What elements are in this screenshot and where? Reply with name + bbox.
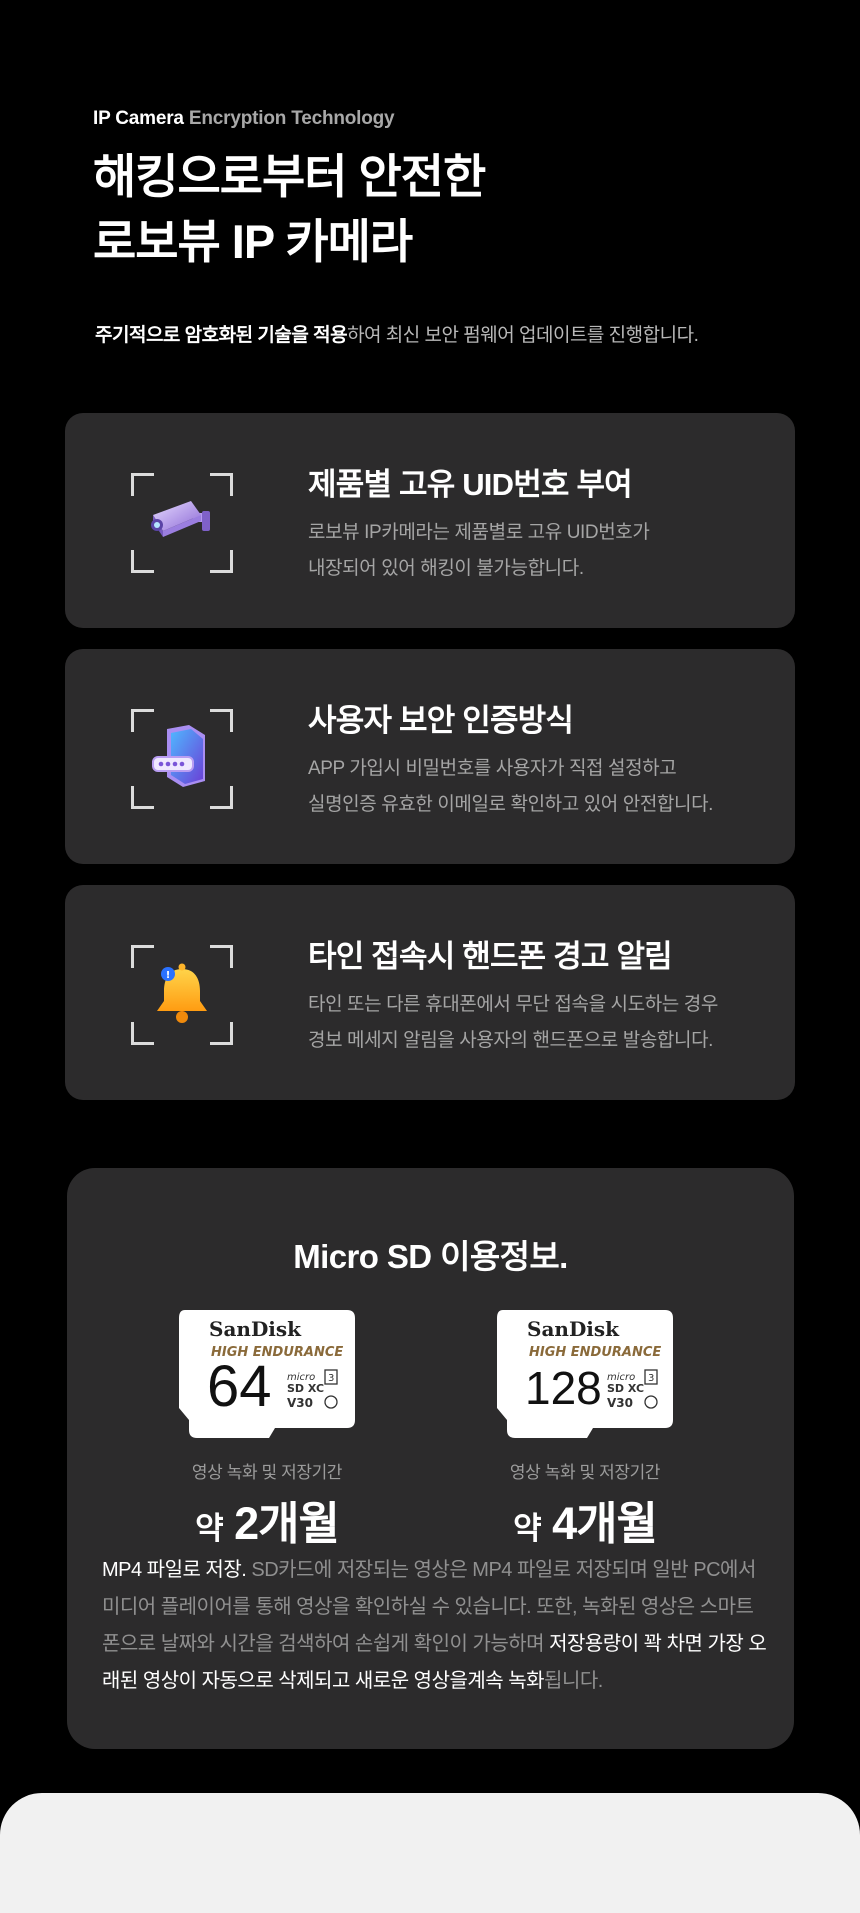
- storage-label: 영상 녹화 및 저장기간: [191, 1463, 343, 1482]
- feature-desc-line1: 로보뷰 IP카메라는 제품별로 고유 UID번호가: [308, 522, 650, 543]
- feature-desc-line2: 경보 메세지 알림을 사용자의 핸드폰으로 발송합니다.: [308, 1030, 714, 1051]
- feature-card-alert: ! 타인 접속시 핸드폰 경고 알림 타인 또는 다른 휴대폰에서 무단 접속을…: [65, 885, 795, 1100]
- duration-value: 2개월: [234, 1498, 340, 1549]
- feature-description: APP 가입시 비밀번호를 사용자가 직접 설정하고 실명인증 유효한 이메일로…: [308, 751, 768, 823]
- svg-text:V30: V30: [607, 1396, 633, 1410]
- bottom-sheet: [0, 1793, 860, 1913]
- sd-brand: SanDisk: [209, 1317, 302, 1341]
- micro-sd-info: Micro SD 이용정보. SanDisk HIGH ENDURANCE 64…: [67, 1168, 794, 1749]
- sd-card-128: SanDisk HIGH ENDURANCE 128 micro SD XC 3…: [465, 1308, 705, 1552]
- svg-text:SD XC: SD XC: [287, 1382, 324, 1395]
- microsd-card-image: SanDisk HIGH ENDURANCE 64 micro SD XC 3 …: [179, 1310, 355, 1438]
- sd-brand: SanDisk: [527, 1317, 620, 1341]
- headline-line2: 로보뷰 IP 카메라: [93, 215, 413, 268]
- icon-frame: [131, 709, 233, 809]
- sd-card-64: SanDisk HIGH ENDURANCE 64 micro SD XC 3 …: [147, 1308, 387, 1552]
- hero-description-highlight: 주기적으로 암호화된 기술을 적용: [95, 325, 348, 346]
- feature-title: 제품별 고유 UID번호 부여: [308, 467, 633, 502]
- eyebrow-rest: Encryption Technology: [188, 108, 395, 129]
- feature-description: 타인 또는 다른 휴대폰에서 무단 접속을 시도하는 경우 경보 메세지 알림을…: [308, 987, 768, 1059]
- hero-section: IP Camera Encryption Technology 해킹으로부터 안…: [93, 108, 486, 274]
- sd-capacity: 128: [525, 1362, 602, 1414]
- duration-prefix: 약: [513, 1511, 542, 1546]
- headline: 해킹으로부터 안전한 로보뷰 IP 카메라: [93, 144, 486, 274]
- sd-line: HIGH ENDURANCE: [529, 1345, 661, 1360]
- sd-desc-strong: MP4 파일로 저장.: [102, 1559, 247, 1581]
- feature-card-uid: 제품별 고유 UID번호 부여 로보뷰 IP카메라는 제품별로 고유 UID번호…: [65, 413, 795, 628]
- feature-card-auth: 사용자 보안 인증방식 APP 가입시 비밀번호를 사용자가 직접 설정하고 실…: [65, 649, 795, 864]
- svg-text:3: 3: [328, 1373, 334, 1384]
- eyebrow-strong: IP Camera: [93, 108, 184, 129]
- storage-label: 영상 녹화 및 저장기간: [509, 1463, 661, 1482]
- storage-duration: 약 2개월: [147, 1487, 387, 1552]
- feature-title: 타인 접속시 핸드폰 경고 알림: [308, 939, 673, 974]
- svg-text:3: 3: [648, 1373, 654, 1384]
- feature-desc-line2: 내장되어 있어 해킹이 불가능합니다.: [308, 558, 584, 579]
- hero-description-rest: 하여 최신 보안 펌웨어 업데이트를 진행합니다.: [347, 325, 699, 346]
- feature-desc-line1: APP 가입시 비밀번호를 사용자가 직접 설정하고: [308, 758, 677, 779]
- sd-title: Micro SD 이용정보.: [293, 1238, 568, 1275]
- feature-desc-line2: 실명인증 유효한 이메일로 확인하고 있어 안전합니다.: [308, 794, 714, 815]
- svg-text:V30: V30: [287, 1396, 313, 1410]
- hero-description: 주기적으로 암호화된 기술을 적용하여 최신 보안 펌웨어 업데이트를 진행합니…: [95, 320, 699, 347]
- storage-duration: 약 4개월: [465, 1487, 705, 1552]
- sd-desc-end: 됩니다.: [544, 1670, 603, 1692]
- feature-title: 사용자 보안 인증방식: [308, 703, 574, 738]
- svg-text:SD XC: SD XC: [607, 1382, 644, 1395]
- icon-frame: [131, 473, 233, 573]
- headline-line1: 해킹으로부터 안전한: [93, 150, 486, 203]
- icon-frame: !: [131, 945, 233, 1045]
- duration-prefix: 약: [195, 1511, 224, 1546]
- microsd-card-image: SanDisk HIGH ENDURANCE 128 micro SD XC 3…: [497, 1310, 673, 1438]
- notification-bell-icon: !: [157, 963, 207, 1023]
- duration-value: 4개월: [552, 1498, 658, 1549]
- sd-description: MP4 파일로 저장. SD카드에 저장되는 영상은 MP4 파일로 저장되며 …: [102, 1552, 767, 1700]
- eyebrow: IP Camera Encryption Technology: [93, 108, 485, 130]
- feature-description: 로보뷰 IP카메라는 제품별로 고유 UID번호가 내장되어 있어 해킹이 불가…: [308, 515, 768, 587]
- password-folder-icon: [152, 725, 205, 787]
- svg-text:!: !: [166, 970, 171, 981]
- sd-capacity: 64: [207, 1354, 272, 1419]
- cctv-camera-icon: [151, 501, 210, 537]
- feature-desc-line1: 타인 또는 다른 휴대폰에서 무단 접속을 시도하는 경우: [308, 994, 718, 1015]
